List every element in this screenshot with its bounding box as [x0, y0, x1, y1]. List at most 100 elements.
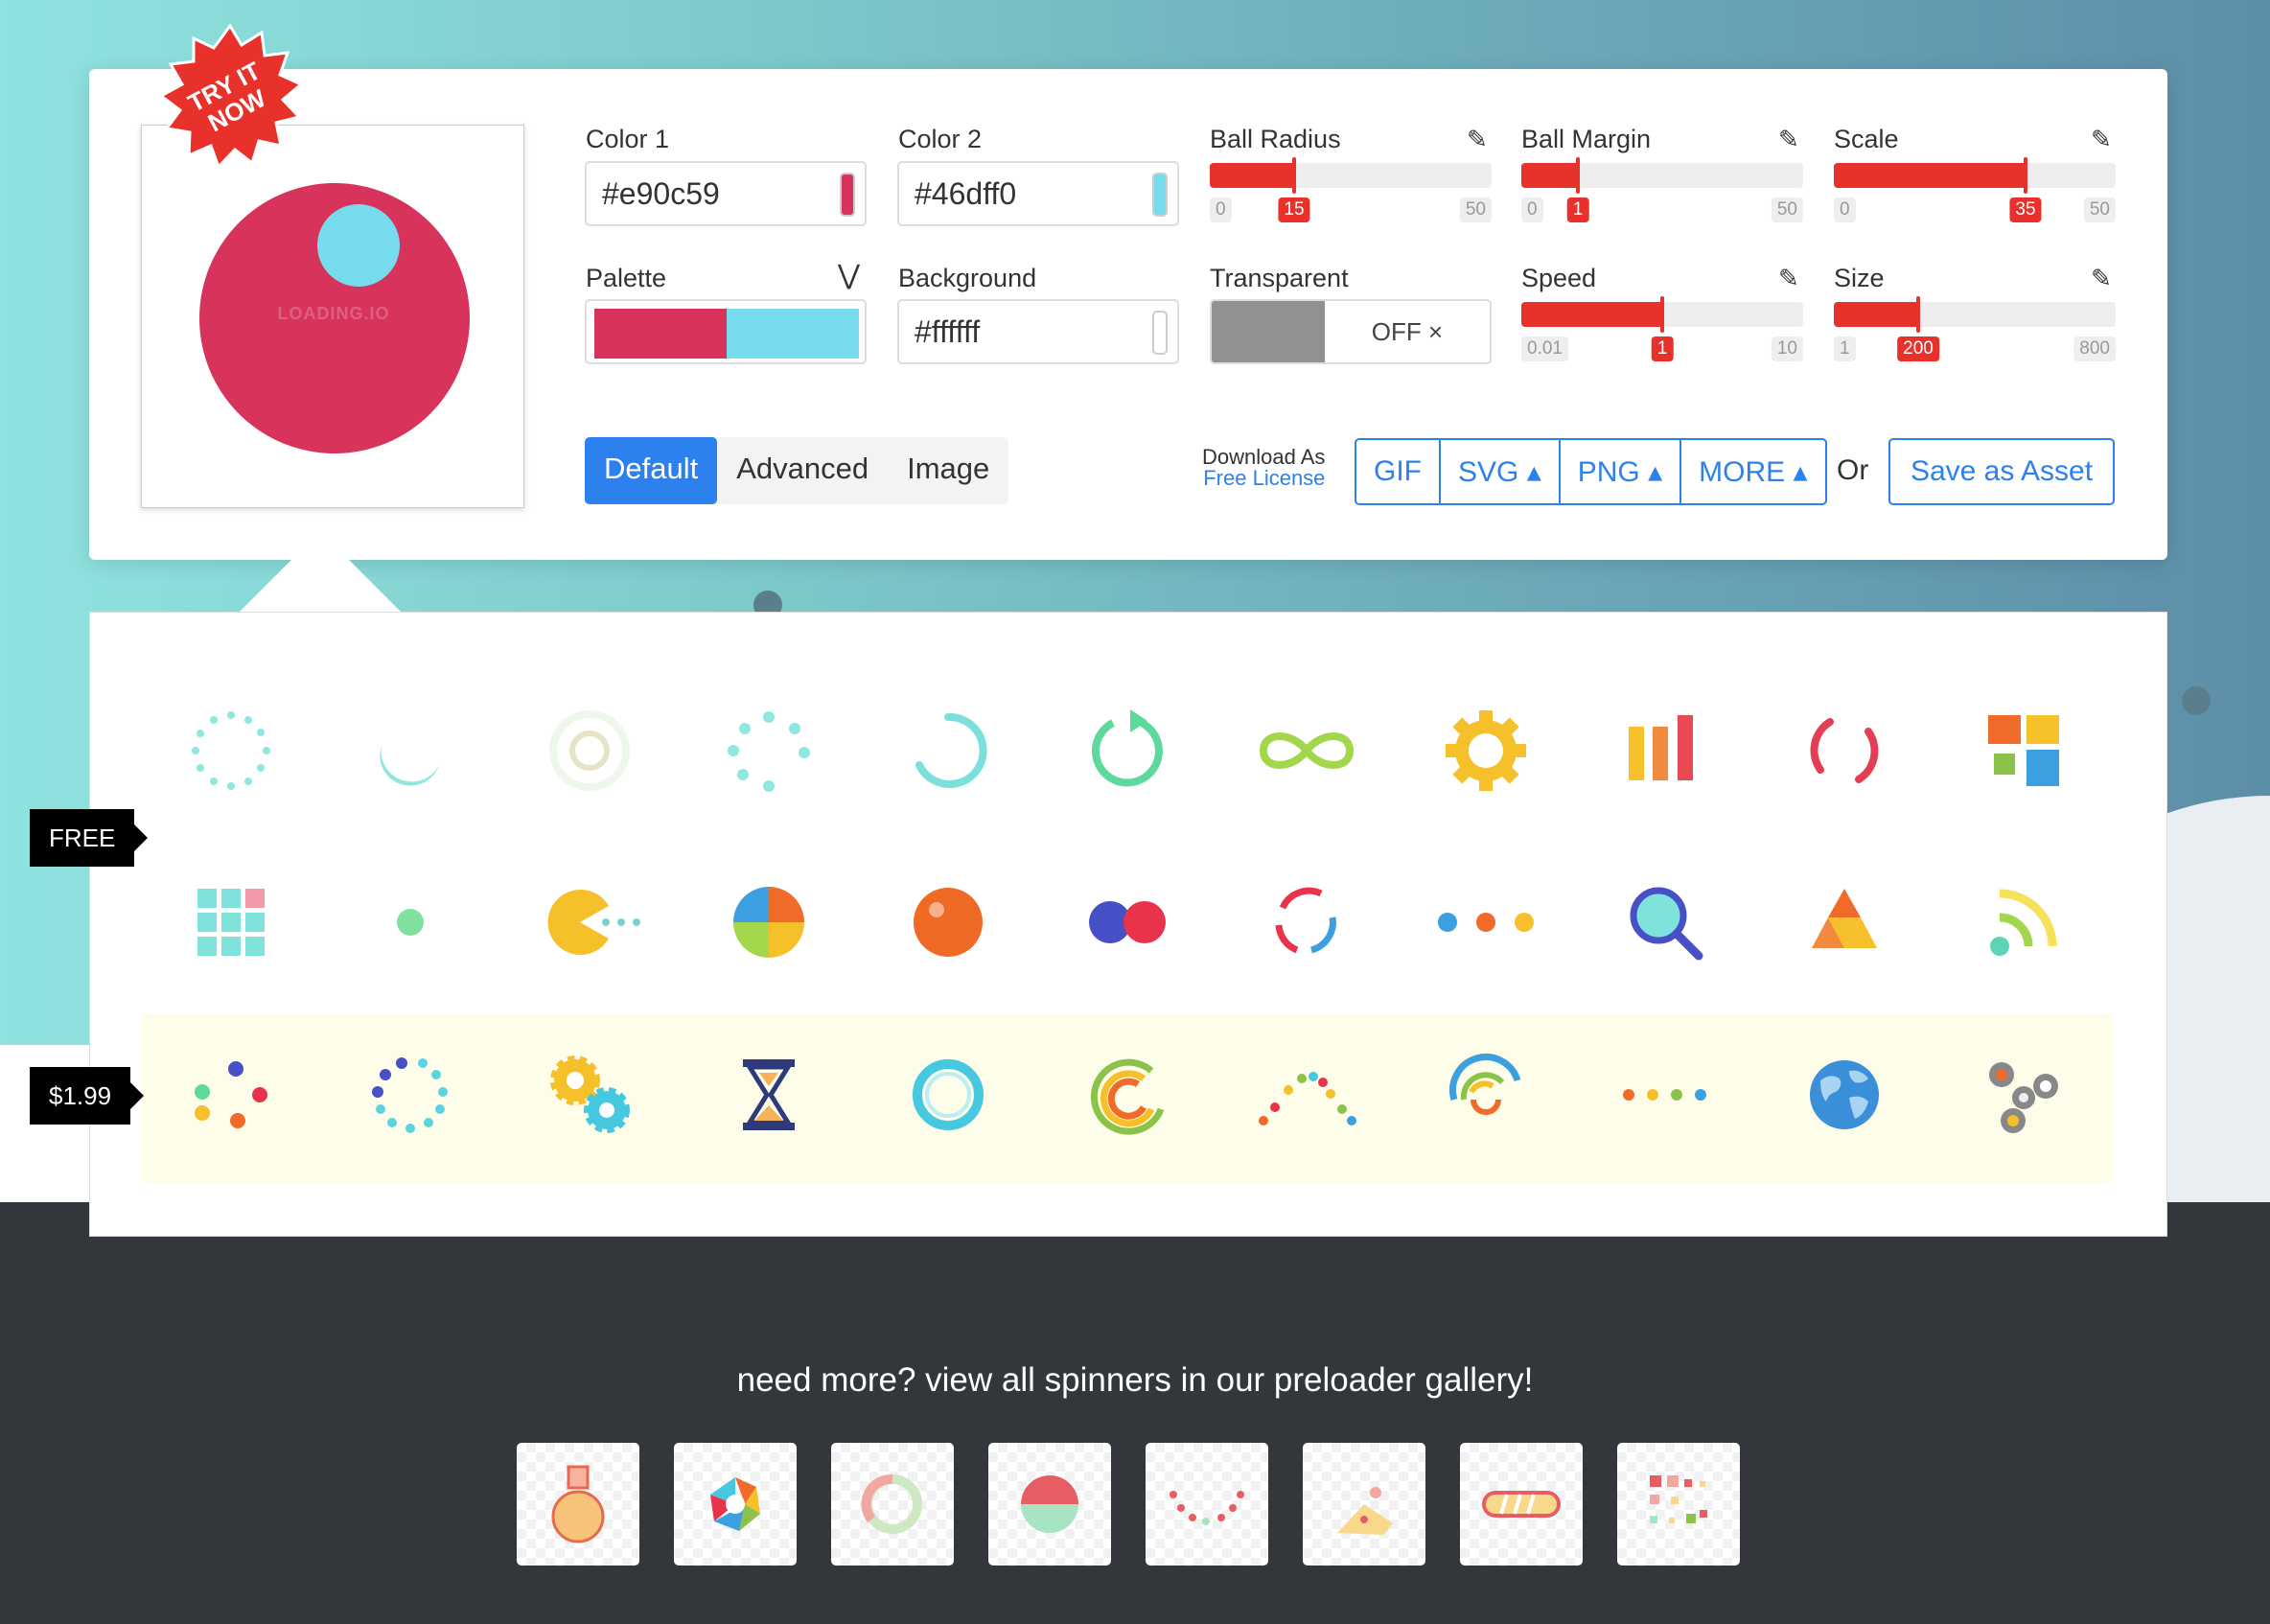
- orange-ball-icon[interactable]: [862, 865, 1034, 980]
- slider-min: 0: [1210, 197, 1232, 222]
- more-button[interactable]: MORE ▴: [1681, 440, 1824, 503]
- two-balls-icon[interactable]: [1041, 865, 1214, 980]
- globe-icon[interactable]: [1758, 1037, 1931, 1152]
- or-text: Or: [1837, 454, 1869, 486]
- slider-min: 0: [1521, 197, 1543, 222]
- slider-max: 50: [2083, 197, 2116, 222]
- ball_radius-slider[interactable]: [1210, 157, 1492, 194]
- dotted-circle-spinner-icon[interactable]: [145, 693, 317, 808]
- free-license-link[interactable]: Free License: [1202, 468, 1325, 489]
- color1-label: Color 1: [586, 125, 670, 153]
- slider-min: 1: [1834, 336, 1856, 361]
- pencil-icon[interactable]: ✎: [1467, 125, 1488, 154]
- gear-icon[interactable]: [1400, 693, 1572, 808]
- ball_margin-slider[interactable]: [1521, 157, 1803, 194]
- preview-ball-small: [317, 204, 400, 287]
- hourglass-icon[interactable]: [683, 1037, 855, 1152]
- color2-value: #46dff0: [915, 176, 1017, 211]
- color1-input[interactable]: #e90c59: [585, 161, 867, 226]
- ring-icon[interactable]: [862, 1037, 1034, 1152]
- gallery-thumbnails: [517, 1443, 1740, 1566]
- pencil-icon[interactable]: ✎: [1778, 125, 1799, 154]
- chevron-down-icon[interactable]: ⋁: [838, 259, 860, 290]
- flask-icon[interactable]: [517, 1443, 639, 1566]
- background-input[interactable]: #ffffff: [897, 299, 1179, 364]
- circle-arrows-icon[interactable]: [1220, 865, 1393, 980]
- half-ball-icon[interactable]: [988, 1443, 1111, 1566]
- slider-handle[interactable]: [1292, 157, 1296, 194]
- color2-input[interactable]: #46dff0: [897, 161, 1179, 226]
- dot-burst-spinner-icon[interactable]: [683, 693, 855, 808]
- gif-button[interactable]: GIF: [1356, 440, 1441, 503]
- pencil-icon[interactable]: ✎: [2091, 264, 2112, 293]
- transparent-toggle[interactable]: OFF ×: [1210, 299, 1492, 364]
- try-it-now-badge[interactable]: TRY IT NOW: [153, 21, 307, 174]
- dot-row-icon[interactable]: [1579, 1037, 1751, 1152]
- wifi-icon[interactable]: [1937, 865, 2110, 980]
- pencil-icon[interactable]: ✎: [1778, 264, 1799, 293]
- speed-slider[interactable]: [1521, 296, 1803, 333]
- refresh-arrow-icon[interactable]: [1041, 693, 1214, 808]
- tab-advanced[interactable]: Advanced: [717, 437, 888, 504]
- speed-label: Speed: [1521, 264, 1597, 292]
- fidget-spinner-icon[interactable]: [1937, 1037, 2110, 1152]
- color1-swatch[interactable]: [840, 173, 855, 217]
- blocks-icon[interactable]: [1937, 693, 2110, 808]
- slider-value: 1: [1651, 336, 1674, 361]
- slider-min: 0.01: [1521, 336, 1568, 361]
- donut-icon[interactable]: [831, 1443, 954, 1566]
- pacman-icon[interactable]: [503, 865, 676, 980]
- slider-handle[interactable]: [1916, 296, 1920, 333]
- color2-swatch[interactable]: [1152, 173, 1168, 217]
- triangle-icon[interactable]: [1758, 865, 1931, 980]
- png-button[interactable]: PNG ▴: [1561, 440, 1682, 503]
- ring-spinner-icon[interactable]: [503, 693, 676, 808]
- slider-fill: [1834, 302, 1918, 327]
- size-slider[interactable]: [1834, 296, 2116, 333]
- gears-icon[interactable]: [503, 1037, 676, 1152]
- magnifier-icon[interactable]: [1579, 865, 1751, 980]
- double-arc-icon[interactable]: [1400, 1037, 1572, 1152]
- bars-icon[interactable]: [1579, 693, 1751, 808]
- scale-slider[interactable]: [1834, 157, 2116, 194]
- slider-fill: [1521, 163, 1578, 188]
- rainbow-arc-icon[interactable]: [1041, 1037, 1214, 1152]
- pixel-squares-icon[interactable]: [1617, 1443, 1740, 1566]
- arc-spinner-icon[interactable]: [862, 693, 1034, 808]
- tab-default[interactable]: Default: [585, 437, 718, 504]
- svg-button[interactable]: SVG ▴: [1441, 440, 1561, 503]
- palette-color-2: [727, 309, 859, 359]
- aperture-icon[interactable]: [674, 1443, 797, 1566]
- ellipsis-dots-icon[interactable]: [1400, 865, 1572, 980]
- four-dots-icon[interactable]: [145, 1037, 317, 1152]
- spinner-row-2: [142, 865, 2113, 980]
- infinity-icon[interactable]: [1220, 693, 1393, 808]
- gallery-link-text[interactable]: need more? view all spinners in our prel…: [0, 1361, 2270, 1400]
- crescent-spinner-icon[interactable]: [324, 693, 497, 808]
- slider-handle[interactable]: [1660, 296, 1664, 333]
- dashed-ring-spinner-icon[interactable]: [1758, 693, 1931, 808]
- dot-arc-icon[interactable]: [1146, 1443, 1268, 1566]
- cake-icon[interactable]: [1303, 1443, 1425, 1566]
- tab-image[interactable]: Image: [888, 437, 1008, 504]
- free-tag: FREE: [30, 809, 149, 867]
- progress-bar-icon[interactable]: [1460, 1443, 1583, 1566]
- pencil-icon[interactable]: ✎: [2091, 125, 2112, 154]
- pie-icon[interactable]: [683, 865, 855, 980]
- slider-handle[interactable]: [2024, 157, 2027, 194]
- mode-tabs: Default Advanced Image: [585, 437, 1009, 504]
- palette-label: Palette: [586, 264, 667, 292]
- slider-max: 50: [1771, 197, 1803, 222]
- slider-handle[interactable]: [1576, 157, 1580, 194]
- dot-wave-icon[interactable]: [1220, 1037, 1393, 1152]
- background-swatch[interactable]: [1152, 311, 1168, 355]
- scale-label: Scale: [1834, 125, 1899, 153]
- dotted-ring-icon[interactable]: [324, 1037, 497, 1152]
- dot-icon[interactable]: [324, 865, 497, 980]
- slider-min: 0: [1834, 197, 1856, 222]
- grid-icon[interactable]: [145, 865, 317, 980]
- slider-fill: [1210, 163, 1294, 188]
- save-as-asset-button[interactable]: Save as Asset: [1888, 438, 2115, 505]
- palette-picker[interactable]: [585, 299, 867, 364]
- decor-dot: [2182, 686, 2211, 715]
